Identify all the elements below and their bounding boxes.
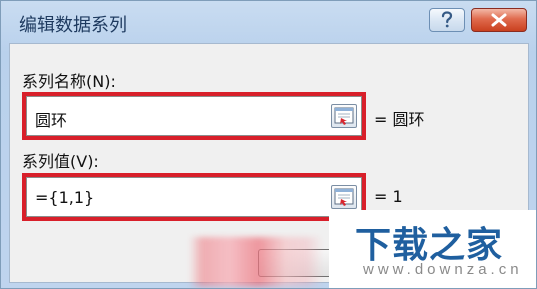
series-values-preview: = 1 xyxy=(374,187,403,206)
series-name-input[interactable]: 圆环 xyxy=(26,96,362,136)
series-values-collapse-button[interactable] xyxy=(331,185,357,209)
series-name-value: 圆环 xyxy=(35,111,68,130)
collapse-dialog-icon xyxy=(334,188,354,206)
help-button[interactable] xyxy=(429,8,465,32)
series-name-label: 系列名称(N): xyxy=(22,72,116,91)
blurred-region xyxy=(189,237,323,287)
close-icon xyxy=(472,9,526,31)
collapse-dialog-icon xyxy=(334,107,354,125)
question-mark-icon xyxy=(430,9,464,31)
series-name-collapse-button[interactable] xyxy=(331,104,357,128)
close-button[interactable] xyxy=(471,8,527,32)
series-values-input[interactable]: ={1,1} xyxy=(26,177,362,217)
watermark: 下载之家 www.downza.cn xyxy=(329,210,536,288)
series-values-label: 系列值(V): xyxy=(22,152,99,171)
edit-series-dialog: 编辑数据系列 系列名称(N): 圆环 = 圆环 系列值(V): ={1,1} =… xyxy=(0,0,537,289)
dialog-titlebar: 编辑数据系列 xyxy=(1,1,536,43)
series-name-preview: = 圆环 xyxy=(374,110,425,129)
series-values-value: ={1,1} xyxy=(35,188,95,207)
dialog-title: 编辑数据系列 xyxy=(19,15,127,36)
watermark-url: www.downza.cn xyxy=(363,261,523,278)
